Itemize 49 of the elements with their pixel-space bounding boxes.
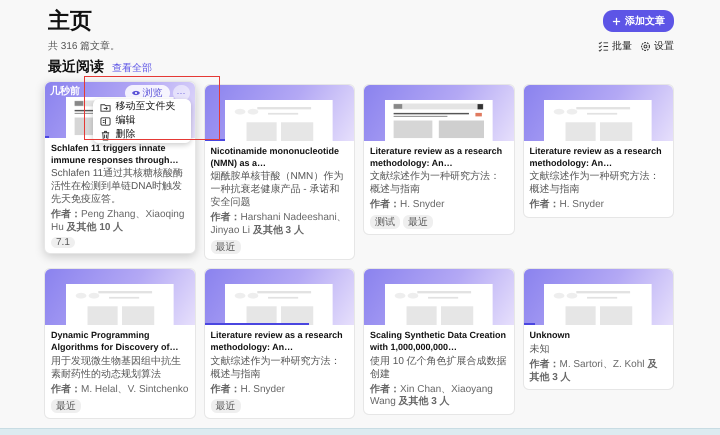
tag[interactable]: 最近 bbox=[403, 214, 433, 229]
article-card[interactable]: Literature review as a research methodology: An… 文献综述作为一种研究方法：概述与指南 作者：H. Snyder 测试 最近 bbox=[363, 84, 514, 235]
article-title: Literature review as a research methodology: An… bbox=[530, 146, 663, 170]
article-card[interactable]: Dynamic Programming Algorithms for Discovery of… 用于发现微生物基因组中抗生素耐药性的动态规划算法 作者：M. Helal、V. Sintchenko 最近 bbox=[44, 268, 196, 420]
author-line: 作者：H. Snyder bbox=[210, 384, 286, 396]
author-line: 作者：Xin Chan、Xiaoyang Wang 及其他 3 人 bbox=[370, 384, 494, 409]
article-title: Dynamic Programming Algorithms for Discovery of… bbox=[51, 330, 180, 354]
article-summary: 用于发现微生物基因组中抗生素耐药性的动态规划算法 bbox=[51, 354, 182, 381]
author-line: 作者：M. Helal、V. Sintchenko bbox=[51, 384, 188, 396]
article-card[interactable]: 几秒前 浏览 ··· Schlafen 11 triggers innate immune responses through… Schlafen 11通过其核糖核酸酶活性在检测到单链DNA时触发先天免疫应答。 作者：Peng Zhang、Xiaoqing Hu 及其他 10 人 7.1 移动至文件夹 编辑 删除 bbox=[44, 81, 196, 254]
tag[interactable]: 7.1 bbox=[51, 237, 75, 248]
article-card[interactable]: Nicotinamide mononucleotide (NMN) as a… 烟酰胺单核苷酸（NMN）作为一种抗衰老健康产品 - 承诺和安全问题 作者：Harshani Nadeeshani、Jinyao Li 及其他 3 人 最近 bbox=[204, 84, 355, 260]
author-line: 作者：H. Snyder bbox=[370, 199, 446, 212]
article-summary: 未知 bbox=[530, 343, 550, 356]
article-card[interactable]: Unknown 未知 作者：M. Sartori、Z. Kohl 及其他 3 人 bbox=[522, 268, 674, 390]
author-line: 作者：H. Snyder bbox=[530, 199, 605, 212]
settings-button[interactable]: 设置 bbox=[640, 39, 674, 53]
article-summary: 文献综述作为一种研究方法：概述与指南 bbox=[370, 170, 501, 196]
author-line: 作者：M. Sartori、Z. Kohl 及其他 3 人 bbox=[530, 359, 658, 384]
tag[interactable]: 最近 bbox=[210, 240, 240, 254]
author-line: 作者：Peng Zhang、Xiaoqing Hu 及其他 10 人 bbox=[51, 209, 186, 234]
article-title: Literature review as a research methodology: An… bbox=[370, 146, 504, 170]
article-summary: 文献综述作为一种研究方法：概述与指南 bbox=[210, 354, 342, 381]
author-line: 作者：Harshani Nadeeshani、Jinyao Li 及其他 3 人 bbox=[210, 212, 348, 238]
article-title: Literature review as a research methodology: An… bbox=[210, 330, 344, 354]
menu-item[interactable]: 移动至文件夹 bbox=[92, 100, 190, 114]
tag[interactable]: 最近 bbox=[210, 399, 240, 414]
add-article-button[interactable]: 添加文章 bbox=[603, 10, 674, 32]
article-summary: 烟酰胺单核苷酸（NMN）作为一种抗衰老健康产品 - 承诺和安全问题 bbox=[210, 170, 344, 210]
article-title: Schlafen 11 triggers innate immune responses through… bbox=[51, 143, 180, 166]
article-summary: Schlafen 11通过其核糖核酸酶活性在检测到单链DNA时触发先天免疫应答。 bbox=[51, 167, 184, 206]
tag[interactable]: 测试 bbox=[370, 214, 400, 229]
article-title: Nicotinamide mononucleotide (NMN) as a… bbox=[210, 146, 340, 170]
page-title: 主页 bbox=[48, 7, 92, 35]
section-title: 最近阅读 bbox=[48, 58, 104, 76]
view-all-link[interactable]: 查看全部 bbox=[112, 61, 152, 75]
article-title: Unknown bbox=[530, 330, 571, 342]
article-summary: 使用 10 亿个角色扩展合成数据创建 bbox=[370, 354, 508, 381]
article-card[interactable]: Literature review as a research methodology: An… 文献综述作为一种研究方法：概述与指南 作者：H. Snyder bbox=[522, 84, 674, 218]
tag[interactable]: 最近 bbox=[51, 399, 81, 414]
time-label: 几秒前 bbox=[50, 84, 80, 98]
article-card[interactable]: Literature review as a research methodology: An… 文献综述作为一种研究方法：概述与指南 作者：H. Snyder 最近 bbox=[204, 268, 355, 420]
batch-button[interactable]: 批量 bbox=[598, 39, 632, 53]
article-summary: 文献综述作为一种研究方法：概述与指南 bbox=[530, 170, 660, 196]
menu-item[interactable]: 编辑 bbox=[92, 114, 190, 128]
article-card[interactable]: Scaling Synthetic Data Creation with 1,000,000,000… 使用 10 亿个角色扩展合成数据创建 作者：Xin Chan、Xiaoyang Wang 及其他 3 人 bbox=[363, 268, 514, 415]
article-title: Scaling Synthetic Data Creation with 1,000,000,000… bbox=[370, 330, 508, 354]
article-count: 共 316 篇文章。 bbox=[48, 40, 120, 53]
menu-item[interactable]: 删除 bbox=[92, 128, 190, 142]
